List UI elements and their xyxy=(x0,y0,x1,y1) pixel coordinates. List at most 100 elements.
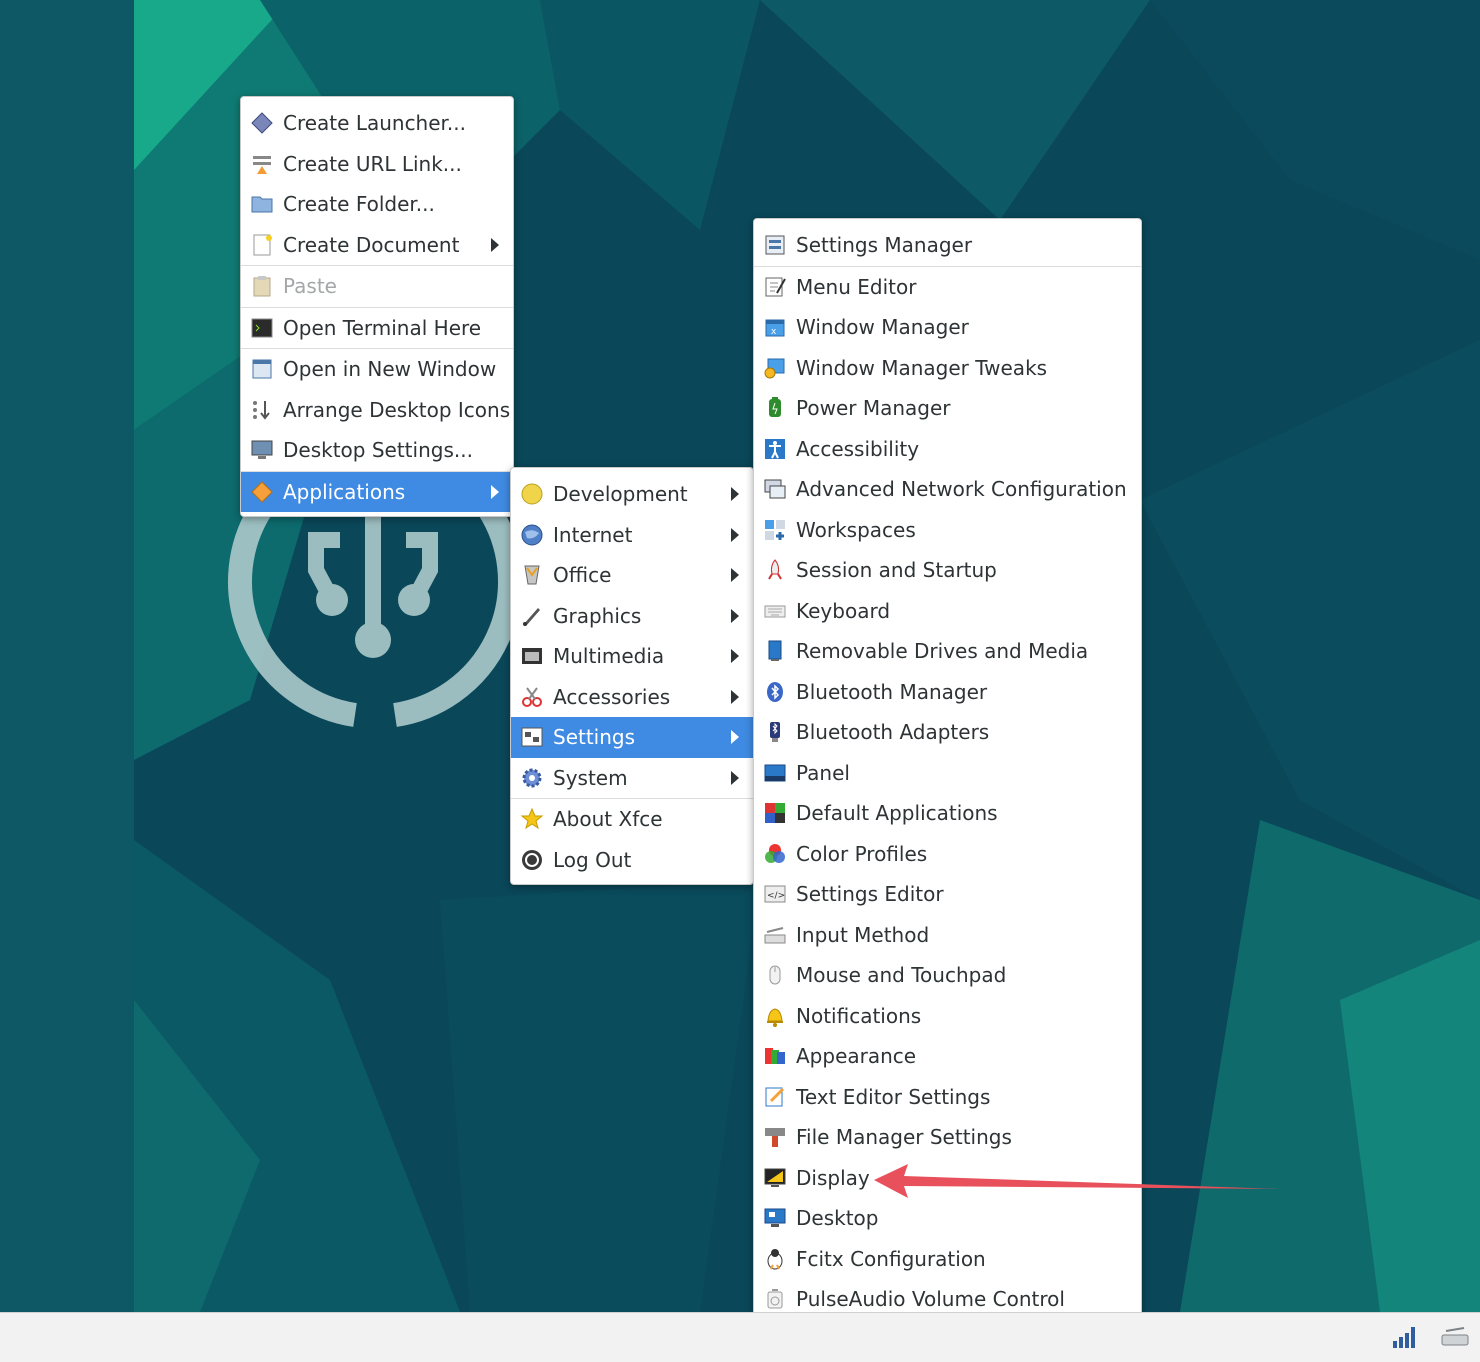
settings-menu-item-mouse-and-touchpad[interactable]: Mouse and Touchpad xyxy=(754,955,1141,996)
settings-menu-item-notifications[interactable]: Notifications xyxy=(754,996,1141,1037)
annotation-arrow xyxy=(874,1164,1280,1198)
applications-menu-item-office[interactable]: Office xyxy=(511,555,753,596)
input-device-icon[interactable] xyxy=(1440,1325,1470,1349)
workspaces-icon xyxy=(763,518,787,542)
settings-menu-item-menu-editor[interactable]: Menu Editor xyxy=(754,267,1141,308)
svg-text:x: x xyxy=(771,327,777,337)
settings-menu-item-advanced-network-configuration[interactable]: Advanced Network Configuration xyxy=(754,469,1141,510)
settings-menu-item-desktop[interactable]: Desktop xyxy=(754,1198,1141,1239)
desktop-menu-item-open-terminal-here[interactable]: Open Terminal Here xyxy=(241,308,513,349)
settings-menu-item-label: Window Manager xyxy=(796,315,969,340)
desktop-menu-item-label: Create Folder... xyxy=(283,192,435,217)
settings-menu-item-settings-manager[interactable]: Settings Manager xyxy=(754,225,1141,266)
desktop-menu-item-arrange-desktop-icons[interactable]: Arrange Desktop Icons xyxy=(241,390,513,431)
settings-menu-item-label: Workspaces xyxy=(796,517,916,542)
settings-menu-item-label: Accessibility xyxy=(796,436,920,461)
settings-menu-item-appearance[interactable]: Appearance xyxy=(754,1036,1141,1077)
desktop-menu-item-label: Paste xyxy=(283,274,337,299)
settings-manager-icon xyxy=(763,233,787,257)
settings-menu-item-window-manager-tweaks[interactable]: Window Manager Tweaks xyxy=(754,348,1141,389)
removable-drives-icon xyxy=(763,639,787,663)
settings-menu-item-fcitx-configuration[interactable]: Fcitx Configuration xyxy=(754,1239,1141,1280)
desktop-menu-item-create-folder[interactable]: Create Folder... xyxy=(241,184,513,225)
settings-menu-item-power-manager[interactable]: Power Manager xyxy=(754,388,1141,429)
applications-icon xyxy=(250,480,274,504)
settings-menu-item-input-method[interactable]: Input Method xyxy=(754,915,1141,956)
desktop-menu-item-open-in-new-window[interactable]: Open in New Window xyxy=(241,349,513,390)
settings-menu-item-label: Desktop xyxy=(796,1206,879,1231)
url-link-icon xyxy=(250,152,274,176)
settings-menu-item-bluetooth-manager[interactable]: Bluetooth Manager xyxy=(754,672,1141,713)
settings-menu-item-bluetooth-adapters[interactable]: Bluetooth Adapters xyxy=(754,712,1141,753)
applications-menu-item-label: Internet xyxy=(553,522,633,547)
desktop-context-menu: Create Launcher... Create URL Link... Crea… xyxy=(240,96,514,517)
settings-menu-item-accessibility[interactable]: Accessibility xyxy=(754,429,1141,470)
settings-menu-item-label: Default Applications xyxy=(796,801,998,826)
submenu-arrow-icon xyxy=(731,730,739,745)
network-signal-icon[interactable] xyxy=(1391,1325,1419,1349)
panel-icon xyxy=(763,761,787,785)
settings-menu-item-label: Color Profiles xyxy=(796,841,928,866)
applications-menu-item-label: About Xfce xyxy=(553,807,663,832)
settings-menu-item-label: Bluetooth Adapters xyxy=(796,720,990,745)
applications-menu-item-internet[interactable]: Internet xyxy=(511,515,753,556)
about-xfce-icon xyxy=(520,807,544,831)
menu-editor-icon xyxy=(763,275,787,299)
settings-menu-item-label: Window Manager Tweaks xyxy=(796,355,1048,380)
applications-menu-item-development[interactable]: Development xyxy=(511,474,753,515)
session-startup-icon xyxy=(763,558,787,582)
fcitx-icon xyxy=(763,1247,787,1271)
desktop-icon xyxy=(763,1206,787,1230)
applications-menu-item-about-xfce[interactable]: About Xfce xyxy=(511,799,753,840)
applications-menu-item-multimedia[interactable]: Multimedia xyxy=(511,636,753,677)
settings-menu-item-color-profiles[interactable]: Color Profiles xyxy=(754,834,1141,875)
applications-menu-item-label: Office xyxy=(553,563,612,588)
notifications-icon xyxy=(763,1004,787,1028)
desktop-menu-item-create-url-link[interactable]: Create URL Link... xyxy=(241,144,513,185)
settings-menu-item-file-manager-settings[interactable]: File Manager Settings xyxy=(754,1117,1141,1158)
desktop-menu-item-applications[interactable]: Applications xyxy=(241,471,513,512)
settings-menu-item-workspaces[interactable]: Workspaces xyxy=(754,510,1141,551)
settings-menu-item-session-and-startup[interactable]: Session and Startup xyxy=(754,550,1141,591)
applications-menu-item-label: Graphics xyxy=(553,603,642,628)
input-method-icon xyxy=(763,923,787,947)
submenu-arrow-icon xyxy=(731,689,739,704)
applications-menu-item-label: Settings xyxy=(553,725,636,750)
applications-menu-item-graphics[interactable]: Graphics xyxy=(511,596,753,637)
settings-menu-item-label: Keyboard xyxy=(796,598,891,623)
applications-menu-item-accessories[interactable]: Accessories xyxy=(511,677,753,718)
applications-menu-item-label: Multimedia xyxy=(553,644,665,669)
settings-menu-item-window-manager[interactable]: x Window Manager xyxy=(754,307,1141,348)
desktop-menu-item-create-launcher[interactable]: Create Launcher... xyxy=(241,103,513,144)
settings-menu-item-label: Session and Startup xyxy=(796,558,997,583)
submenu-arrow-icon xyxy=(491,484,499,499)
submenu-arrow-icon xyxy=(731,568,739,583)
color-profiles-icon xyxy=(763,842,787,866)
applications-menu-item-system[interactable]: System xyxy=(511,758,753,799)
applications-submenu: Development Internet Office Graphics Multime… xyxy=(510,467,754,885)
settings-menu-item-default-applications[interactable]: Default Applications xyxy=(754,793,1141,834)
settings-menu-item-label: Panel xyxy=(796,760,850,785)
settings-menu-item-text-editor-settings[interactable]: Text Editor Settings xyxy=(754,1077,1141,1118)
applications-menu-item-log-out[interactable]: Log Out xyxy=(511,840,753,881)
bluetooth-adapters-icon xyxy=(763,720,787,744)
settings-menu-item-keyboard[interactable]: Keyboard xyxy=(754,591,1141,632)
bottom-panel xyxy=(0,1312,1480,1362)
system-icon xyxy=(520,766,544,790)
settings-menu-item-panel[interactable]: Panel xyxy=(754,753,1141,794)
desktop-menu-item-label: Create URL Link... xyxy=(283,151,462,176)
settings-menu-item-settings-editor[interactable]: </> Settings Editor xyxy=(754,874,1141,915)
document-icon xyxy=(250,233,274,257)
desktop-menu-item-create-document[interactable]: Create Document xyxy=(241,225,513,266)
mouse-icon xyxy=(763,963,787,987)
graphics-icon xyxy=(520,604,544,628)
network-icon xyxy=(763,477,787,501)
settings-menu-item-label: Power Manager xyxy=(796,396,951,421)
settings-menu-item-removable-drives-and-media[interactable]: Removable Drives and Media xyxy=(754,631,1141,672)
file-manager-icon xyxy=(763,1125,787,1149)
display-icon xyxy=(763,1166,787,1190)
applications-menu-item-settings[interactable]: Settings xyxy=(511,717,753,758)
desktop-menu-item-label: Create Launcher... xyxy=(283,111,466,136)
folder-icon xyxy=(250,192,274,216)
desktop-menu-item-desktop-settings[interactable]: Desktop Settings... xyxy=(241,430,513,471)
